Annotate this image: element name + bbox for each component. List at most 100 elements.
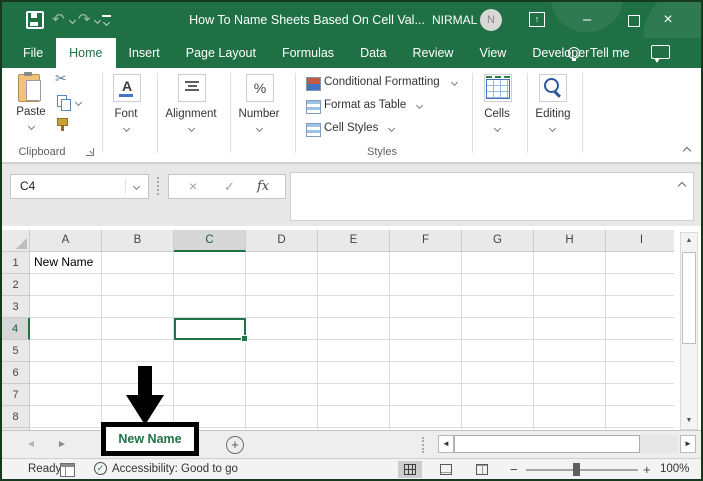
active-cell-selection[interactable]	[174, 318, 248, 342]
cell-G2[interactable]	[462, 274, 534, 296]
cell-F4[interactable]	[390, 318, 462, 340]
cell-G1[interactable]	[462, 252, 534, 274]
row-header-1[interactable]: 1	[2, 252, 30, 274]
copy-icon[interactable]	[57, 95, 71, 111]
cell-styles-button[interactable]: Cell Styles	[324, 122, 378, 134]
maximize-button[interactable]	[628, 15, 640, 27]
scroll-up-icon[interactable]: ▲	[681, 233, 697, 249]
cell-I6[interactable]	[606, 362, 674, 384]
font-dropdown-icon[interactable]	[122, 124, 131, 133]
cell-G3[interactable]	[462, 296, 534, 318]
horizontal-scrollbar-thumb[interactable]	[454, 435, 640, 453]
cell-B4[interactable]	[102, 318, 174, 340]
row-header-8[interactable]: 8	[2, 406, 30, 428]
cell-I7[interactable]	[606, 384, 674, 406]
cell-D5[interactable]	[246, 340, 318, 362]
cell-E7[interactable]	[318, 384, 390, 406]
cell-H8[interactable]	[534, 406, 606, 428]
conditional-formatting-button[interactable]: Conditional Formatting	[324, 76, 440, 88]
formula-bar-expand-icon[interactable]	[677, 181, 687, 191]
cell-H4[interactable]	[534, 318, 606, 340]
sheet-nav-next-icon[interactable]: ►	[57, 431, 67, 458]
cell-C2[interactable]	[174, 274, 246, 296]
cell-F2[interactable]	[390, 274, 462, 296]
cell-D1[interactable]	[246, 252, 318, 274]
page-layout-view-button[interactable]	[434, 461, 458, 478]
cell-I5[interactable]	[606, 340, 674, 362]
format-painter-icon[interactable]	[57, 118, 68, 131]
scroll-left-icon[interactable]: ◄	[438, 435, 454, 453]
cells-dropdown-icon[interactable]	[493, 124, 502, 133]
cell-A3[interactable]	[30, 296, 102, 318]
cell-H3[interactable]	[534, 296, 606, 318]
avatar[interactable]: N	[480, 9, 502, 31]
zoom-in-button[interactable]: +	[643, 459, 651, 479]
cell-G7[interactable]	[462, 384, 534, 406]
cell-E6[interactable]	[318, 362, 390, 384]
tell-me-box[interactable]: Tell me	[590, 38, 630, 68]
tab-home[interactable]: Home	[56, 38, 116, 68]
row-header-5[interactable]: 5	[2, 340, 30, 362]
formula-input[interactable]	[290, 172, 694, 221]
cell-E4[interactable]	[318, 318, 390, 340]
column-header-G[interactable]: G	[462, 230, 534, 252]
cell-D3[interactable]	[246, 296, 318, 318]
copy-dropdown-icon[interactable]	[74, 98, 83, 107]
cell-C6[interactable]	[174, 362, 246, 384]
paste-dropdown-icon[interactable]	[27, 122, 36, 131]
cell-B3[interactable]	[102, 296, 174, 318]
cell-A4[interactable]	[30, 318, 102, 340]
cell-B2[interactable]	[102, 274, 174, 296]
editing-group-button[interactable]: Editing	[532, 108, 574, 120]
format-as-table-button[interactable]: Format as Table	[324, 99, 406, 111]
tab-formulas[interactable]: Formulas	[269, 38, 347, 68]
cell-D7[interactable]	[246, 384, 318, 406]
name-box-dropdown-icon[interactable]	[132, 182, 141, 191]
tab-page-layout[interactable]: Page Layout	[173, 38, 269, 68]
vertical-scrollbar-thumb[interactable]	[682, 252, 696, 344]
scroll-down-icon[interactable]: ▼	[681, 413, 697, 429]
save-icon[interactable]	[26, 11, 44, 29]
cancel-icon[interactable]: ×	[189, 175, 197, 198]
column-header-A[interactable]: A	[30, 230, 102, 252]
cell-D4[interactable]	[246, 318, 318, 340]
cell-E8[interactable]	[318, 406, 390, 428]
column-header-D[interactable]: D	[246, 230, 318, 252]
row-header-3[interactable]: 3	[2, 296, 30, 318]
ribbon-display-options-icon[interactable]: ↑	[529, 12, 545, 27]
cell-styles-dropdown-icon[interactable]	[387, 124, 396, 133]
cell-E5[interactable]	[318, 340, 390, 362]
column-header-F[interactable]: F	[390, 230, 462, 252]
sheet-tab-new-name[interactable]: New Name	[101, 422, 199, 456]
column-header-E[interactable]: E	[318, 230, 390, 252]
cell-H1[interactable]	[534, 252, 606, 274]
account-name[interactable]: NIRMAL	[432, 2, 477, 38]
cell-F3[interactable]	[390, 296, 462, 318]
insert-function-icon[interactable]: fx	[257, 175, 269, 198]
row-header-7[interactable]: 7	[2, 384, 30, 406]
cell-A6[interactable]	[30, 362, 102, 384]
separator-dots[interactable]	[157, 177, 159, 195]
editing-dropdown-icon[interactable]	[548, 124, 557, 133]
horizontal-scrollbar-track[interactable]	[640, 435, 678, 453]
cell-A8[interactable]	[30, 406, 102, 428]
accessibility-status[interactable]: Accessibility: Good to go	[112, 459, 238, 479]
column-header-I[interactable]: I	[606, 230, 674, 252]
sheet-nav-prev-icon[interactable]: ◄	[26, 431, 36, 458]
tab-review[interactable]: Review	[399, 38, 466, 68]
new-sheet-button[interactable]: +	[226, 436, 244, 454]
cells-group-button[interactable]: Cells	[480, 108, 514, 120]
scroll-right-icon[interactable]: ►	[680, 435, 696, 453]
row-header-6[interactable]: 6	[2, 362, 30, 384]
cell-I8[interactable]	[606, 406, 674, 428]
separator-dots[interactable]	[422, 437, 424, 453]
column-header-B[interactable]: B	[102, 230, 174, 252]
cell-F7[interactable]	[390, 384, 462, 406]
zoom-slider[interactable]	[573, 463, 580, 476]
number-dropdown-icon[interactable]	[255, 124, 264, 133]
cell-C7[interactable]	[174, 384, 246, 406]
collapse-ribbon-icon[interactable]	[682, 146, 692, 156]
cell-C3[interactable]	[174, 296, 246, 318]
conditional-formatting-dropdown-icon[interactable]	[450, 78, 459, 87]
enter-icon[interactable]: ✓	[224, 175, 235, 198]
